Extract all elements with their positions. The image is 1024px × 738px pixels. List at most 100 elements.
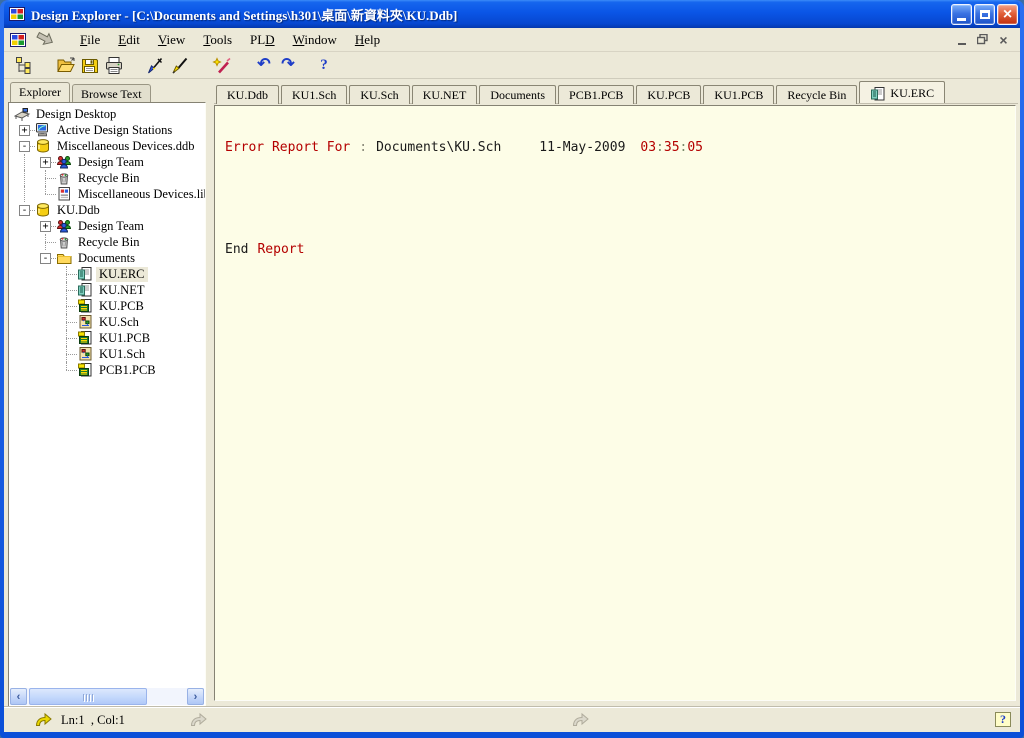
doc-tab-documents[interactable]: Documents [479, 85, 556, 104]
mdi-minimize-button[interactable] [953, 32, 970, 47]
document-app-icon[interactable] [10, 32, 27, 48]
context-help-button[interactable]: ? [995, 712, 1011, 727]
grayed-arrow-icon [189, 712, 208, 728]
menu-pld[interactable]: PLD [241, 30, 284, 50]
tree-item-miscellaneous-devices-ddb[interactable]: - Miscellaneous Devices.ddb [9, 138, 205, 154]
pcb-doc-icon [77, 330, 96, 346]
folder-icon [56, 250, 75, 266]
tree-item-ku1-sch[interactable]: KU1.Sch [9, 346, 205, 362]
doc-tab-pcb1-pcb[interactable]: PCB1.PCB [558, 85, 634, 104]
report-end-line: EndReport [225, 242, 1015, 257]
tree-item-ku-ddb[interactable]: - KU.Ddb [9, 202, 205, 218]
doc-tab-ku1-pcb[interactable]: KU1.PCB [703, 85, 774, 104]
jump-arrow-icon [34, 712, 53, 728]
doc-tab-ku-sch[interactable]: KU.Sch [349, 85, 409, 104]
sch-doc-icon [77, 314, 96, 330]
tree-item-ku-sch[interactable]: KU.Sch [9, 314, 205, 330]
open-folder-icon [56, 56, 76, 74]
open-document-button[interactable] [54, 54, 78, 76]
knife-icon [146, 56, 166, 75]
doc-tab-ku-erc[interactable]: KU.ERC [859, 81, 945, 103]
menu-file[interactable]: File [71, 30, 109, 50]
report-doc-icon [77, 282, 96, 298]
tree-item-miscellaneous-devices-lib[interactable]: Miscellaneous Devices.lib [9, 186, 205, 202]
expand-plus-icon[interactable]: + [19, 125, 30, 136]
pen-icon [170, 56, 190, 75]
tree-horizontal-scrollbar[interactable]: ‹ › [10, 688, 204, 705]
mdi-close-button[interactable]: × [995, 32, 1012, 47]
doc-tab-ku-pcb[interactable]: KU.PCB [636, 85, 701, 104]
tree-item-design-team-2[interactable]: + Design Team [9, 218, 205, 234]
tree-item-ku-erc[interactable]: KU.ERC [9, 266, 205, 282]
titlebar[interactable]: Design Explorer - [C:\Documents and Sett… [4, 0, 1020, 28]
document-area: KU.Ddb KU1.Sch KU.Sch KU.NET Documents P… [206, 81, 1018, 707]
redo-button[interactable]: ↷ [276, 54, 300, 76]
menu-tools[interactable]: Tools [194, 30, 241, 50]
wizard-button[interactable] [210, 54, 234, 76]
menubar: File Edit View Tools PLD Window Help × [4, 28, 1020, 52]
doc-tab-ku-net[interactable]: KU.NET [412, 85, 478, 104]
undo-icon: ↶ [257, 56, 270, 74]
scrollbar-thumb[interactable] [29, 688, 147, 705]
expand-plus-icon[interactable]: + [40, 157, 51, 168]
app-logo-icon [9, 6, 26, 22]
help-button[interactable]: ? [312, 54, 336, 76]
doc-tab-ku-ddb[interactable]: KU.Ddb [216, 85, 279, 104]
scrollbar-grip [83, 694, 93, 701]
close-icon: × [1003, 6, 1012, 23]
database-icon [35, 138, 54, 154]
scrollbar-track[interactable] [27, 688, 187, 705]
panel-tabs: Explorer Browse Text [8, 81, 206, 102]
recycle-bin-icon [56, 234, 75, 250]
save-button[interactable] [78, 54, 102, 76]
close-button[interactable]: × [997, 4, 1018, 25]
collapse-minus-icon[interactable]: - [40, 253, 51, 264]
tree-item-recycle-bin-1[interactable]: Recycle Bin [9, 170, 205, 186]
explorer-toggle-button[interactable] [12, 54, 36, 76]
tree-item-active-design-stations[interactable]: + Active Design Stations [9, 122, 205, 138]
tab-browse-text[interactable]: Browse Text [72, 84, 151, 102]
expand-plus-icon[interactable]: + [40, 221, 51, 232]
tree-item-design-desktop[interactable]: Design Desktop [9, 106, 205, 122]
recycle-bin-icon [56, 170, 75, 186]
menu-window[interactable]: Window [284, 30, 346, 50]
maximize-button[interactable] [974, 4, 995, 25]
tree-item-recycle-bin-2[interactable]: Recycle Bin [9, 234, 205, 250]
cross-probe-button[interactable] [144, 54, 168, 76]
document-tabs: KU.Ddb KU1.Sch KU.Sch KU.NET Documents P… [214, 81, 1018, 104]
tree-item-ku-net[interactable]: KU.NET [9, 282, 205, 298]
collapse-panel-arrow-icon[interactable] [35, 31, 57, 48]
menu-edit[interactable]: Edit [109, 30, 149, 50]
mdi-restore-button[interactable] [974, 32, 991, 47]
desktop-icon [14, 106, 33, 122]
edit-button[interactable] [168, 54, 192, 76]
explorer-tree-icon [15, 56, 33, 75]
wand-icon [212, 56, 232, 75]
error-report-view[interactable]: Error Report For:Documents\KU.Sch11-May-… [214, 105, 1016, 701]
help-icon: ? [320, 57, 328, 74]
save-floppy-icon [80, 56, 100, 75]
redo-icon: ↷ [281, 56, 294, 74]
report-doc-icon [77, 266, 96, 282]
pcb-doc-icon [77, 362, 96, 378]
tab-explorer[interactable]: Explorer [10, 82, 70, 102]
collapse-minus-icon[interactable]: - [19, 205, 30, 216]
undo-button[interactable]: ↶ [252, 54, 276, 76]
statusbar: Ln:1 , Col:1 ? [4, 707, 1020, 732]
explorer-panel: Explorer Browse Text Design Desktop + Ac… [8, 81, 206, 707]
scroll-right-arrow-icon[interactable]: › [187, 688, 204, 705]
print-button[interactable] [102, 54, 126, 76]
menu-help[interactable]: Help [346, 30, 389, 50]
tree-item-pcb1-pcb[interactable]: PCB1.PCB [9, 362, 205, 378]
tree-item-documents[interactable]: - Documents [9, 250, 205, 266]
menu-view[interactable]: View [149, 30, 194, 50]
doc-tab-ku1-sch[interactable]: KU1.Sch [281, 85, 347, 104]
minimize-button[interactable] [951, 4, 972, 25]
tree-item-ku-pcb[interactable]: KU.PCB [9, 298, 205, 314]
tree-item-ku1-pcb[interactable]: KU1.PCB [9, 330, 205, 346]
collapse-minus-icon[interactable]: - [19, 141, 30, 152]
scroll-left-arrow-icon[interactable]: ‹ [10, 688, 27, 705]
library-icon [56, 186, 75, 202]
doc-tab-recycle-bin[interactable]: Recycle Bin [776, 85, 857, 104]
tree-item-design-team-1[interactable]: + Design Team [9, 154, 205, 170]
